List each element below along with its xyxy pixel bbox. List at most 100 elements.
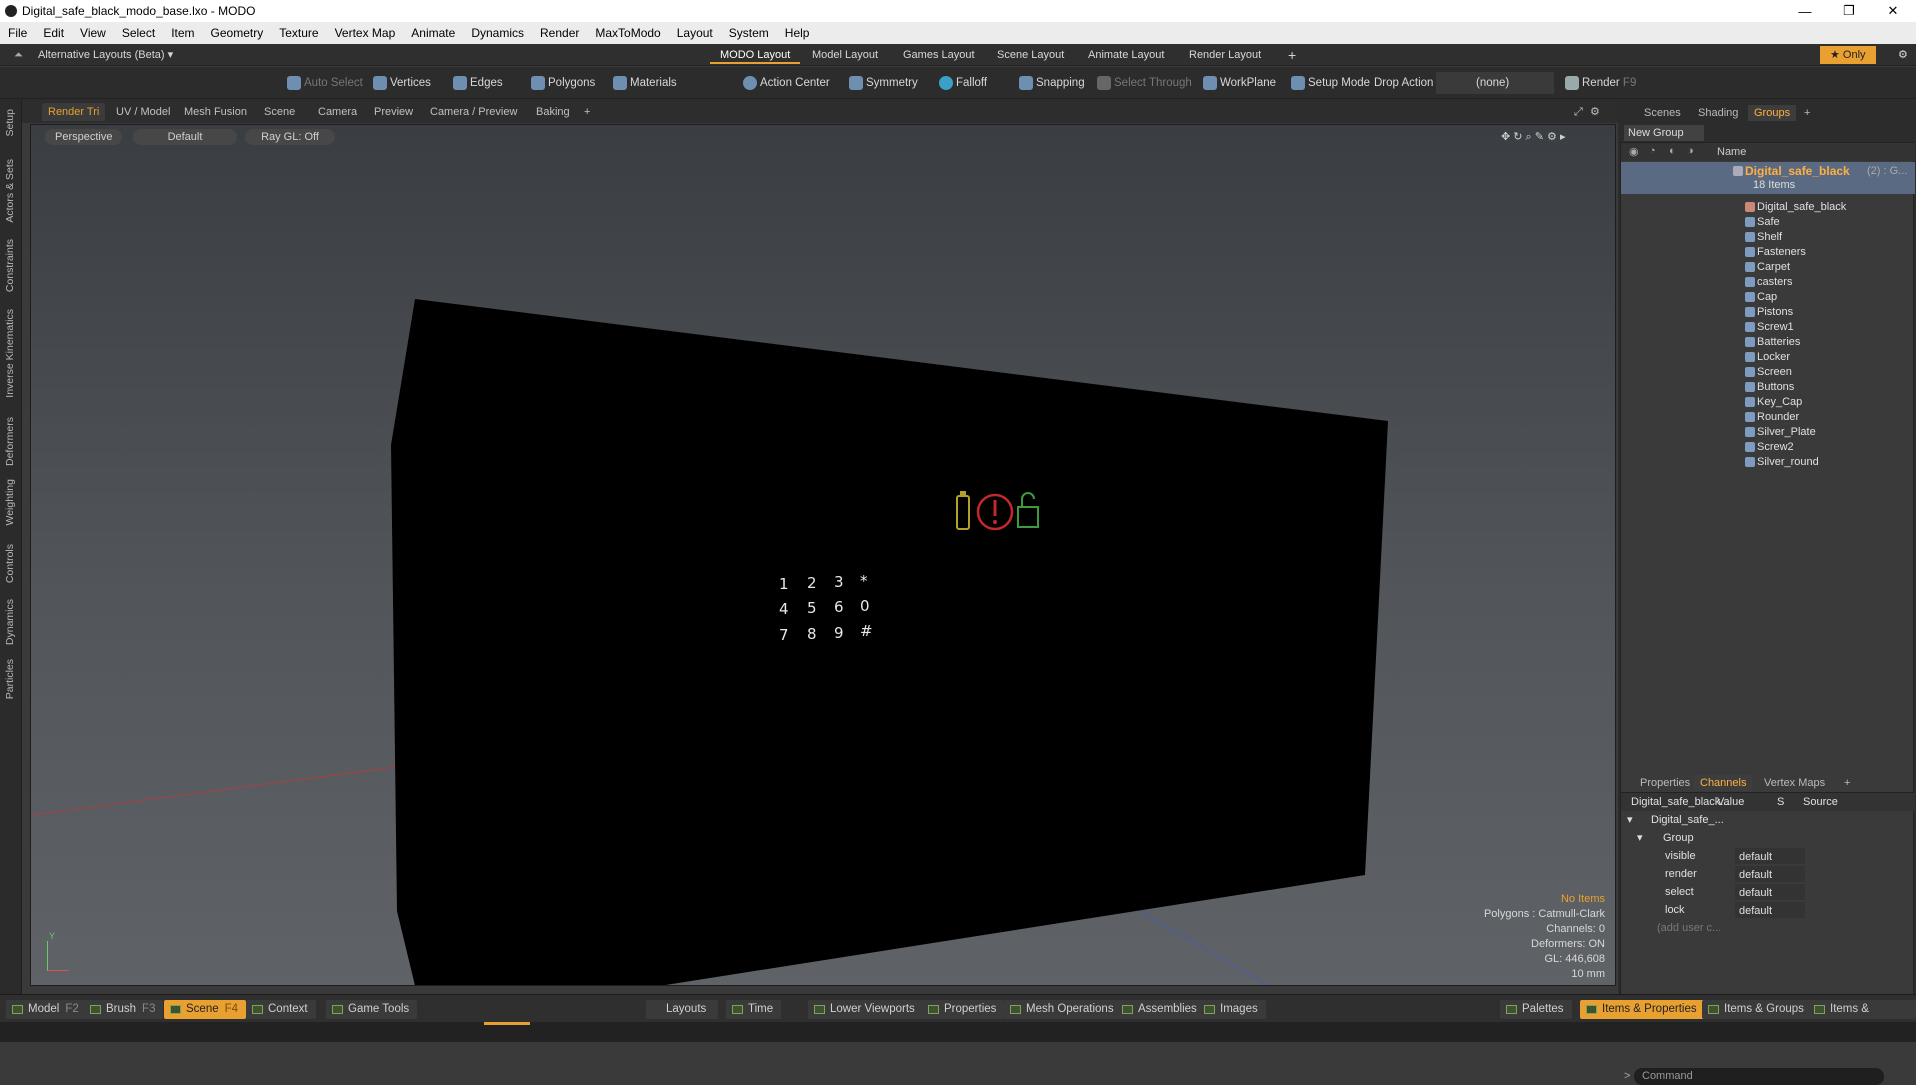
menu-view[interactable]: View (72, 26, 114, 40)
images-button[interactable]: Images (1198, 1000, 1266, 1019)
items-properties-button[interactable]: Items & Properties (1580, 1000, 1705, 1019)
menu-file[interactable]: File (0, 26, 35, 40)
menu-help[interactable]: Help (777, 26, 818, 40)
tab-groups[interactable]: Groups (1748, 105, 1797, 121)
vtab-deformers[interactable]: Deformers (4, 417, 16, 466)
tab-vertex-maps[interactable]: Vertex Maps (1758, 775, 1831, 791)
add-panel-tab-button[interactable]: + (1798, 105, 1816, 121)
minimize-button[interactable]: — (1782, 0, 1828, 22)
render-toggle-icon[interactable]: ◔ (1649, 145, 1656, 157)
group-root-row[interactable]: Digital_safe_black (2) : G... 18 Items (1621, 162, 1915, 194)
tab-camera-preview[interactable]: Camera / Preview (424, 103, 523, 121)
mesh-operations-button[interactable]: Mesh Operations (1004, 1000, 1122, 1019)
menu-texture[interactable]: Texture (271, 26, 326, 40)
expand-arrow-icon[interactable]: ▾ (1637, 829, 1643, 847)
vtab-controls[interactable]: Controls (4, 544, 16, 583)
materials-button[interactable]: Materials (610, 72, 677, 94)
alternative-layouts-dropdown[interactable]: Alternative Layouts (Beta) ▾ (28, 46, 183, 64)
channel-tree-group[interactable]: ▾ Group (1621, 829, 1915, 847)
symmetry-button[interactable]: Symmetry (846, 72, 918, 94)
expand-arrow-icon[interactable]: ▾ (1627, 811, 1633, 829)
snapping-button[interactable]: Snapping (1016, 72, 1085, 94)
tab-scenes[interactable]: Scenes (1638, 105, 1687, 121)
tab-model-layout[interactable]: Model Layout (802, 46, 888, 64)
vtab-constraints[interactable]: Constraints (4, 239, 16, 292)
command-input[interactable]: Command (1634, 1068, 1884, 1085)
tab-camera[interactable]: Camera (312, 103, 363, 121)
channel-row-visible[interactable]: visible default (1621, 847, 1915, 865)
layouts-button[interactable]: Layouts (646, 1000, 718, 1019)
vtab-actors-sets[interactable]: Actors & Sets (4, 159, 16, 223)
tab-uv-model[interactable]: UV / Model (110, 103, 176, 121)
action-center-button[interactable]: Action Center (740, 72, 830, 94)
properties-button[interactable]: Properties (922, 1000, 1005, 1019)
menu-maxtomodo[interactable]: MaxToModo (587, 26, 668, 40)
menu-edit[interactable]: Edit (35, 26, 72, 40)
channel-row-render[interactable]: render default (1621, 865, 1915, 883)
channel-row-select[interactable]: select default (1621, 883, 1915, 901)
menu-animate[interactable]: Animate (403, 26, 463, 40)
tab-render-tri[interactable]: Render Tri (42, 103, 106, 121)
tab-animate-layout[interactable]: Animate Layout (1078, 46, 1174, 64)
add-layout-button[interactable]: + (1278, 46, 1306, 64)
vtab-dynamics[interactable]: Dynamics (4, 599, 16, 645)
menu-select[interactable]: Select (114, 26, 163, 40)
context-button[interactable]: Context (246, 1000, 316, 1019)
viewport-gear-icon[interactable]: ⚙ (1584, 103, 1606, 121)
tab-preview[interactable]: Preview (368, 103, 419, 121)
items-shading-button[interactable]: Items & Shading (1808, 1000, 1916, 1034)
add-user-channel[interactable]: (add user c... (1621, 919, 1915, 937)
select-toggle-icon[interactable]: ◐ (1669, 145, 1676, 157)
render-button[interactable]: Render F9 (1562, 72, 1636, 94)
visibility-eye-icon[interactable]: ◉ (1629, 145, 1639, 158)
close-button[interactable]: ✕ (1870, 0, 1916, 22)
menu-vertex-map[interactable]: Vertex Map (327, 26, 404, 40)
channel-tree-root[interactable]: ▾ Digital_safe_... (1621, 811, 1915, 829)
maximize-button[interactable]: ❐ (1826, 0, 1872, 22)
visible-dropdown[interactable]: default (1735, 848, 1805, 864)
lower-viewports-button[interactable]: Lower Viewports (808, 1000, 923, 1019)
gear-icon[interactable]: ⚙ (1888, 46, 1916, 64)
tab-channels[interactable]: Channels (1694, 775, 1753, 791)
falloff-button[interactable]: Falloff (936, 72, 987, 94)
lock-dropdown[interactable]: default (1735, 902, 1805, 918)
only-toggle[interactable]: ★ Only (1820, 46, 1876, 64)
add-channels-tab-button[interactable]: + (1838, 775, 1856, 791)
vtab-inverse-kinematics[interactable]: Inverse Kinematics (4, 309, 16, 398)
menu-geometry[interactable]: Geometry (203, 26, 272, 40)
tab-properties[interactable]: Properties (1634, 775, 1696, 791)
select-through-button[interactable]: Select Through (1094, 72, 1192, 94)
palettes-button[interactable]: Palettes (1500, 1000, 1572, 1019)
polygons-button[interactable]: Polygons (528, 72, 595, 94)
vtab-setup[interactable]: Setup (4, 109, 16, 136)
tab-modo-layout[interactable]: MODO Layout (710, 46, 801, 64)
lock-toggle-icon[interactable]: ◑ (1687, 145, 1694, 157)
edges-button[interactable]: Edges (450, 72, 503, 94)
game-tools-button[interactable]: Game Tools (326, 1000, 418, 1019)
menu-dynamics[interactable]: Dynamics (463, 26, 532, 40)
time-button[interactable]: Time (726, 1000, 782, 1019)
menu-render[interactable]: Render (532, 26, 587, 40)
menu-system[interactable]: System (721, 26, 777, 40)
brush-button[interactable]: Brush F3 (84, 1000, 164, 1019)
tab-scene[interactable]: Scene (258, 103, 301, 121)
new-group-button[interactable]: New Group (1624, 125, 1704, 141)
vtab-weighting[interactable]: Weighting (4, 479, 16, 526)
vertices-button[interactable]: Vertices (370, 72, 431, 94)
auto-select-button[interactable]: Auto Select (284, 72, 363, 94)
tab-shading[interactable]: Shading (1692, 105, 1744, 121)
model-button[interactable]: Model F2 (6, 1000, 87, 1019)
tab-baking[interactable]: Baking (530, 103, 576, 121)
assemblies-button[interactable]: Assemblies (1116, 1000, 1205, 1019)
tab-mesh-fusion[interactable]: Mesh Fusion (178, 103, 253, 121)
items-groups-button[interactable]: Items & Groups (1702, 1000, 1812, 1019)
menu-layout[interactable]: Layout (669, 26, 721, 40)
workplane-button[interactable]: WorkPlane (1200, 72, 1276, 94)
scene-button[interactable]: Scene F4 (164, 1000, 247, 1019)
tab-games-layout[interactable]: Games Layout (893, 46, 985, 64)
3d-viewport[interactable]: Perspective Default Ray GL: Off ✥ ↻ ⌕ ✎ … (30, 124, 1616, 986)
render-dropdown[interactable]: default (1735, 866, 1805, 882)
drop-action-dropdown[interactable]: (none) (1436, 72, 1554, 94)
menu-item[interactable]: Item (163, 26, 202, 40)
tab-scene-layout[interactable]: Scene Layout (987, 46, 1074, 64)
